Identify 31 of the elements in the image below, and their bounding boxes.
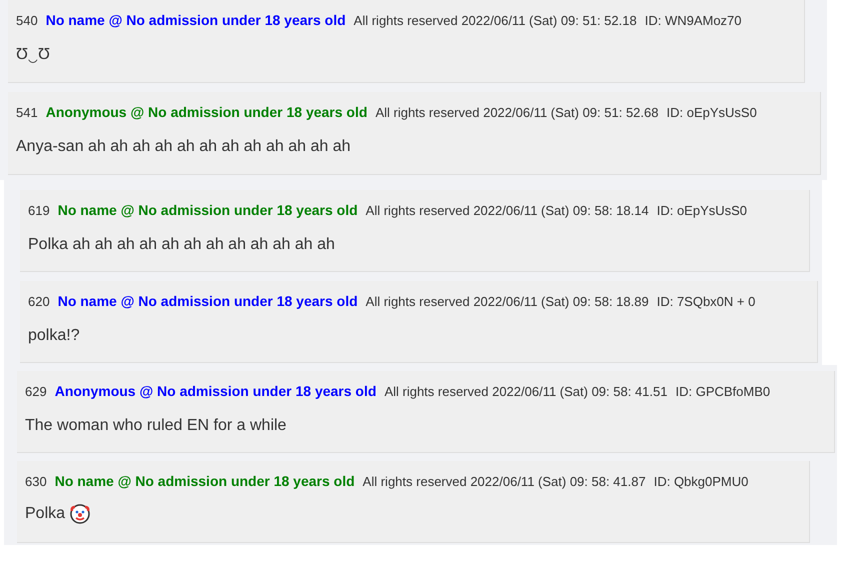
post-body: Anya-san ah ah ah ah ah ah ah ah ah ah ah ah — [16, 138, 350, 155]
poster-id: ID: GPCBfoMB0 — [675, 383, 770, 401]
post-number: 540 — [16, 12, 38, 30]
poster-id: ID: oEpYsUsS0 — [666, 104, 757, 122]
post-number: 630 — [25, 473, 47, 491]
post-date: All rights reserved 2022/06/11 (Sat) 09: 58: 18.89 — [366, 293, 649, 311]
post-number: 629 — [25, 383, 47, 401]
post-body: polka!? — [28, 327, 80, 344]
post-body: The woman who ruled EN for a while — [25, 417, 286, 434]
poster-name: Anonymous @ No admission under 18 years old — [54, 382, 376, 401]
poster-name: No name @ No admission under 18 years old — [46, 11, 346, 30]
poster-name: No name @ No admission under 18 years old — [58, 292, 358, 311]
post-date: All rights reserved 2022/06/11 (Sat) 09: 58: 41.51 — [384, 383, 668, 401]
poster-id: ID: Qbkg0PMU0 — [654, 473, 748, 491]
post-date: All rights reserved 2022/06/11 (Sat) 09: 51: 52.18 — [354, 12, 637, 30]
post-body: Polka ah ah ah ah ah ah ah ah ah ah ah ah — [28, 236, 335, 253]
poster-id: ID: WN9AMoz70 — [644, 12, 742, 30]
poster-name: No name @ No admission under 18 years old — [54, 472, 355, 491]
clown-face-icon — [70, 504, 90, 524]
post-date: All rights reserved 2022/06/11 (Sat) 09: 51: 52.68 — [375, 104, 658, 122]
post-number: 541 — [16, 104, 38, 122]
post-number: 619 — [28, 202, 50, 220]
poster-id: ID: 7SQbx0N + 0 — [656, 293, 756, 311]
poster-name: Anonymous @ No admission under 18 years old — [46, 103, 368, 122]
post-body: Ʊ‿Ʊ — [16, 46, 50, 63]
post-body: Polka — [25, 504, 66, 524]
post-date: All rights reserved 2022/06/11 (Sat) 09: 58: 41.87 — [362, 473, 646, 491]
post-date: All rights reserved 2022/06/11 (Sat) 09: 58: 18.14 — [366, 202, 649, 220]
poster-name: No name @ No admission under 18 years old — [58, 201, 358, 220]
poster-id: ID: oEpYsUsS0 — [656, 202, 748, 220]
post-number: 620 — [28, 293, 50, 311]
